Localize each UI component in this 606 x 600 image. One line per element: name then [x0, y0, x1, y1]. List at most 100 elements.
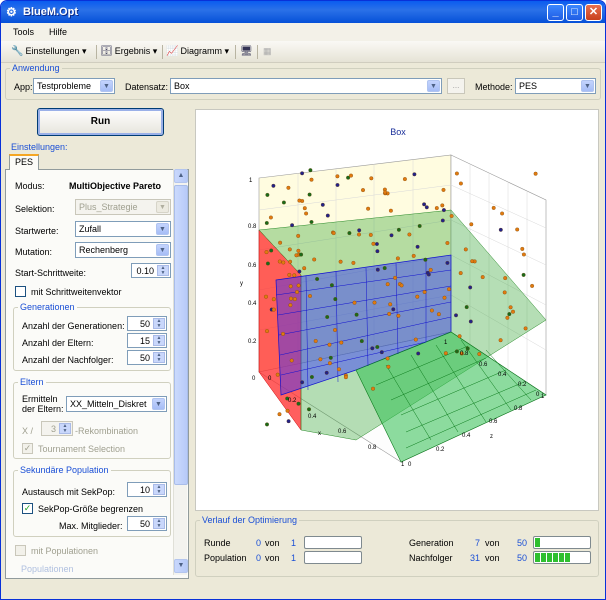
pareto-point — [383, 190, 388, 195]
nachfolger-count-stepper[interactable]: 50 ▲ ▼ — [127, 350, 167, 365]
pareto-point — [503, 276, 508, 281]
pareto-point — [265, 192, 270, 197]
chevron-down-icon[interactable]: ▼ — [100, 80, 113, 92]
rekombination-label: -Rekombination — [75, 426, 139, 436]
nachfolger-label: Nachfolger — [409, 553, 453, 563]
pareto-point — [324, 370, 329, 375]
ergebnis-button[interactable]: 🗄 Ergebnis ▾ — [100, 46, 157, 57]
pareto-point — [349, 173, 353, 178]
eltern-count-stepper[interactable]: 15 ▲ ▼ — [127, 333, 167, 348]
methode-select[interactable]: PES ▼ — [515, 78, 596, 94]
generation-max: 50 — [517, 538, 528, 548]
progress-segment — [535, 553, 540, 562]
diagramm-button[interactable]: 📈 Diagramm ▾ — [166, 46, 229, 57]
schrittweite-stepper[interactable]: 0.10 ▲ ▼ — [131, 263, 171, 278]
pareto-point — [371, 241, 376, 246]
populationen-checkbox[interactable] — [15, 545, 26, 556]
pareto-point — [331, 231, 336, 236]
pareto-point — [337, 367, 341, 372]
spinner-arrows-icon[interactable]: ▲ ▼ — [153, 318, 165, 329]
ermitteln-select[interactable]: XX_Mitteln_Diskret ▼ — [66, 396, 167, 412]
schrittweitenvektor-label: mit Schrittweitenvektor — [31, 287, 122, 297]
menu-tools[interactable]: Tools — [13, 27, 34, 37]
x-stepper[interactable]: 3 ▲ ▼ — [41, 421, 73, 436]
pareto-point — [357, 232, 361, 237]
methode-label: Methode: — [475, 82, 513, 92]
settings-scrollbar[interactable]: ▲ ▼ — [173, 169, 188, 575]
selektion-select[interactable]: Plus_Strategie ▼ — [75, 199, 171, 215]
x-tick: 0.2 — [288, 398, 297, 404]
spinner-arrows-icon[interactable]: ▲ ▼ — [59, 423, 71, 434]
grid-button[interactable]: ▦ — [263, 46, 272, 57]
pareto-point — [502, 290, 507, 295]
spinner-arrows-icon[interactable]: ▲ ▼ — [153, 518, 165, 529]
einstellungen-button[interactable]: 🔧 Einstellungen ▾ — [11, 46, 87, 57]
scroll-thumb[interactable] — [174, 185, 188, 485]
eltern-count-label: Anzahl der Eltern: — [22, 338, 94, 348]
pareto-point — [369, 176, 374, 181]
pareto-point — [292, 273, 297, 278]
mutation-select[interactable]: Rechenberg ▼ — [75, 242, 171, 258]
schrittweitenvektor-checkbox[interactable] — [15, 286, 26, 297]
population-current: 0 — [256, 553, 262, 563]
pareto-point — [391, 307, 396, 312]
chart-area[interactable]: Box 1 0.8 0.6 0.4 0.2 0 y 0 0.2 0.4 0.6 … — [195, 109, 599, 511]
chevron-down-icon[interactable]: ▼ — [156, 244, 169, 256]
progress-segment — [541, 553, 546, 562]
maximize-button[interactable]: □ — [566, 4, 583, 21]
datensatz-label: Datensatz: — [125, 82, 169, 92]
chevron-down-icon[interactable]: ▼ — [427, 80, 440, 92]
spinner-arrows-icon[interactable]: ▲ ▼ — [157, 265, 169, 276]
max-mitglieder-stepper[interactable]: 50 ▲ ▼ — [127, 516, 167, 531]
pareto-point — [507, 312, 512, 317]
begrenzen-label: SekPop-Größe begrenzen — [38, 504, 144, 514]
pareto-point — [289, 296, 293, 301]
pareto-point — [315, 277, 320, 281]
datensatz-select[interactable]: Box ▼ — [170, 78, 442, 94]
pareto-point — [265, 329, 269, 334]
spinner-arrows-icon[interactable]: ▲ ▼ — [153, 352, 165, 363]
browse-button[interactable]: ... — [447, 78, 465, 94]
spinner-arrows-icon[interactable]: ▲ ▼ — [153, 484, 165, 495]
scroll-up-icon[interactable]: ▲ — [174, 169, 188, 183]
spinner-arrows-icon[interactable]: ▲ ▼ — [153, 335, 165, 346]
pareto-3d-chart[interactable]: Box 1 0.8 0.6 0.4 0.2 0 y 0 0.2 0.4 0.6 … — [196, 110, 600, 512]
runde-progress — [304, 536, 362, 549]
pareto-point — [463, 247, 468, 252]
gen-count-stepper[interactable]: 50 ▲ ▼ — [127, 316, 167, 331]
pareto-point — [415, 244, 420, 249]
monitor-button[interactable]: 🖥 — [240, 46, 255, 57]
pareto-point — [264, 294, 268, 299]
dropdown-arrow-icon[interactable]: ▾ — [153, 46, 158, 56]
chevron-down-icon[interactable]: ▼ — [152, 398, 165, 410]
chevron-down-icon[interactable]: ▼ — [156, 201, 169, 213]
tab-pes[interactable]: PES — [9, 154, 39, 170]
pareto-point — [393, 275, 398, 280]
close-button[interactable]: ✕ — [585, 4, 602, 21]
diagramm-label: Diagramm — [180, 46, 222, 56]
austausch-stepper[interactable]: 10 ▲ ▼ — [127, 482, 167, 497]
app-select[interactable]: Testprobleme ▼ — [33, 78, 115, 94]
chevron-down-icon[interactable]: ▼ — [581, 80, 594, 92]
pareto-point — [271, 297, 276, 302]
pareto-point — [269, 248, 274, 253]
dropdown-arrow-icon[interactable]: ▾ — [82, 46, 87, 56]
max-mitglieder-value: 50 — [139, 519, 150, 529]
pareto-point — [371, 386, 375, 391]
chart-title: Box — [390, 127, 406, 137]
chevron-down-icon[interactable]: ▼ — [156, 223, 169, 235]
pareto-point — [264, 250, 269, 255]
startwerte-select[interactable]: Zufall ▼ — [75, 221, 171, 237]
scroll-down-icon[interactable]: ▼ — [174, 559, 188, 573]
pareto-point — [339, 340, 344, 345]
pareto-point — [297, 269, 302, 274]
tournament-checkbox[interactable]: ✓ — [22, 443, 33, 454]
run-button[interactable]: Run — [37, 108, 164, 136]
pareto-point — [445, 241, 450, 245]
runde-current: 0 — [256, 538, 262, 548]
dropdown-arrow-icon[interactable]: ▾ — [224, 46, 229, 56]
pareto-point — [289, 358, 294, 363]
begrenzen-checkbox[interactable]: ✓ — [22, 503, 33, 514]
minimize-button[interactable]: _ — [547, 4, 564, 21]
menu-hilfe[interactable]: Hilfe — [49, 27, 67, 37]
